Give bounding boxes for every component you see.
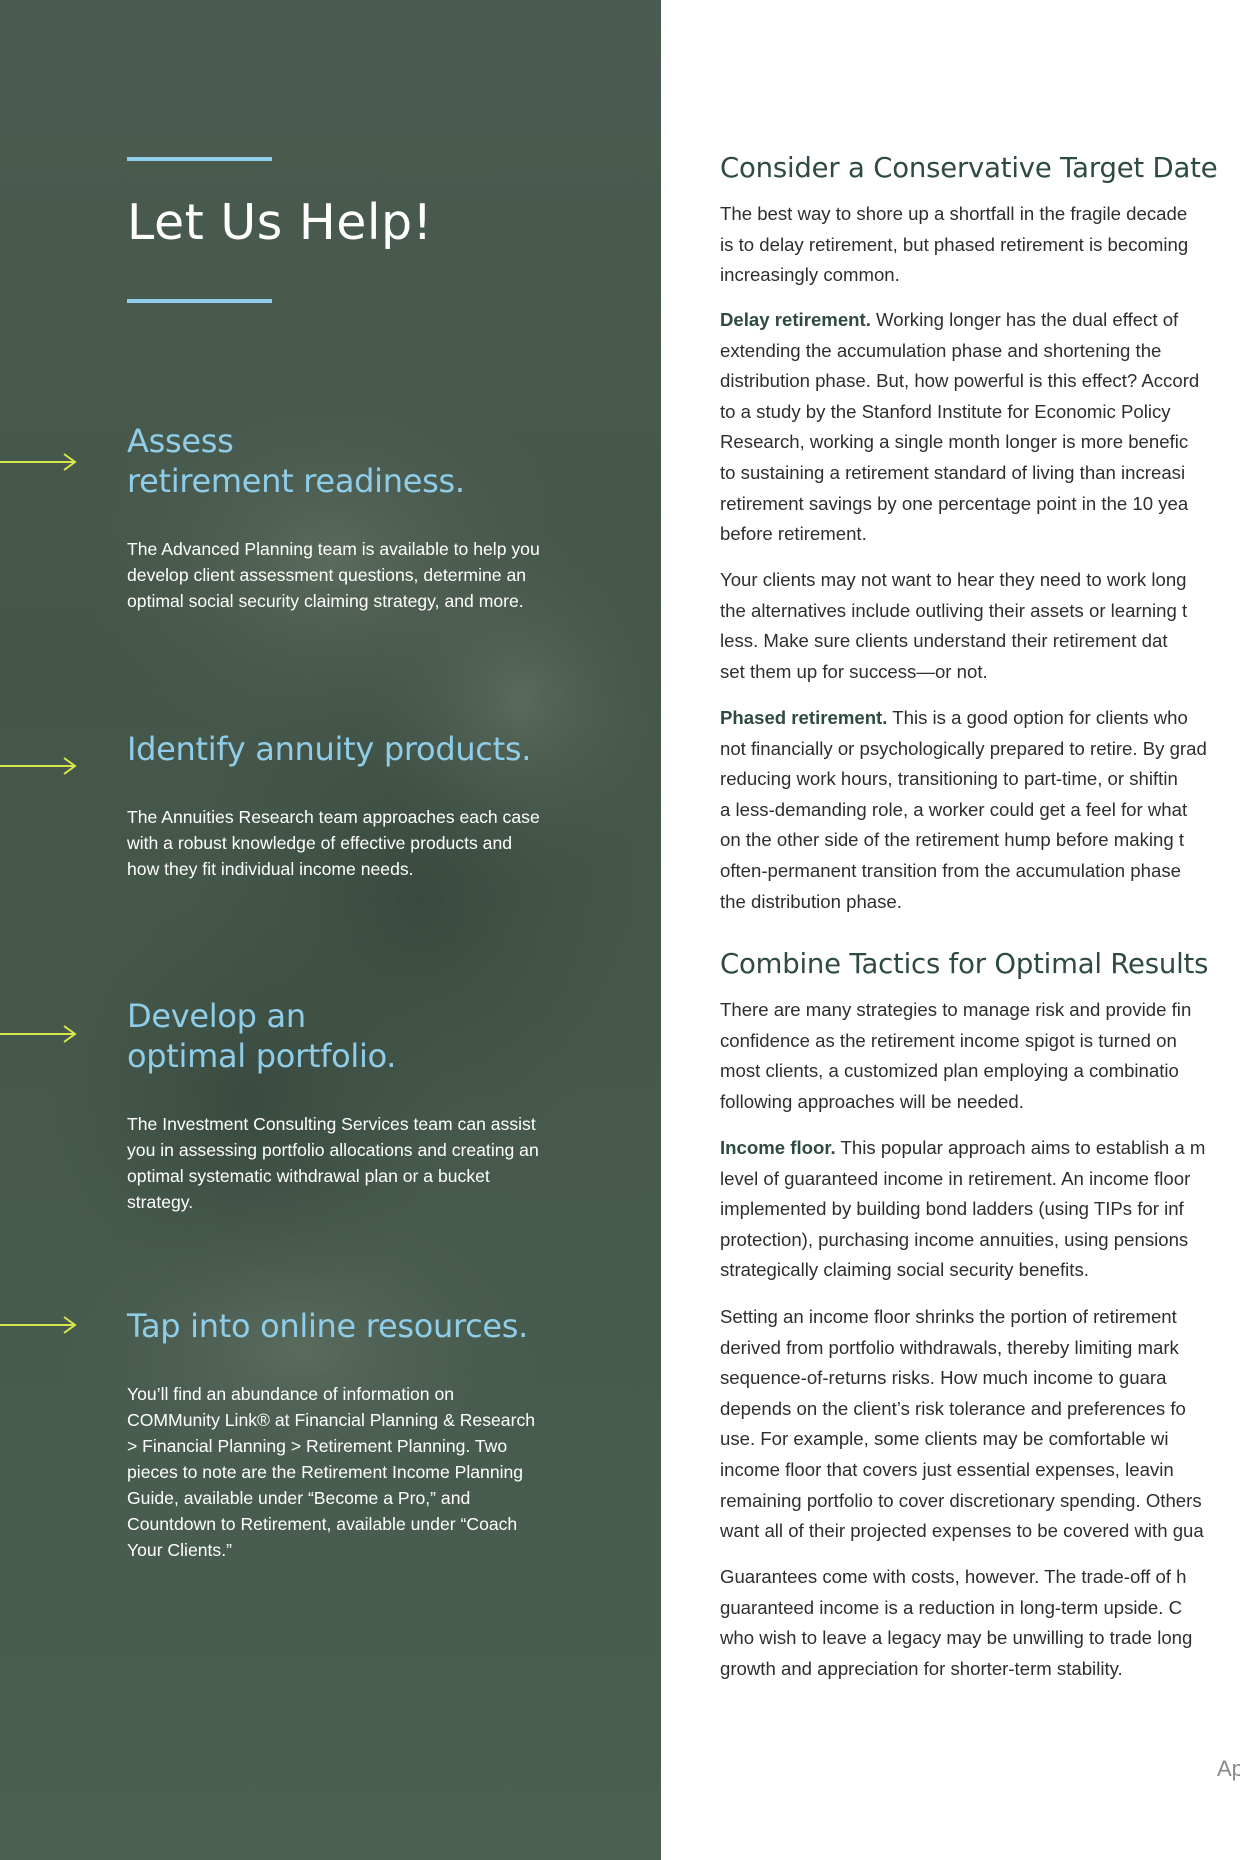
help-panel: Let Us Help! Assess retirement readiness…	[0, 0, 661, 1860]
paragraph: There are many strategies to manage risk…	[720, 999, 1192, 1112]
paragraph: Your clients may not want to hear they n…	[720, 569, 1188, 682]
page-footer: Ap	[1217, 1756, 1240, 1781]
paragraph-lead: Delay retirement.	[720, 309, 871, 330]
service-description: The Annuities Research team approaches e…	[127, 807, 540, 879]
service-description: The Investment Consulting Services team …	[127, 1114, 539, 1212]
paragraph-lead: Phased retirement.	[720, 707, 888, 728]
article-column: Consider a Conservative Target Date The …	[720, 0, 1240, 1860]
paragraph: Setting an income floor shrinks the port…	[720, 1306, 1204, 1542]
background-photo	[40, 360, 661, 1530]
service-heading: Tap into online resources.	[127, 1307, 529, 1345]
service-heading: Develop an optimal portfolio.	[127, 997, 397, 1075]
arrow-right-icon	[0, 453, 77, 471]
service-description: The Advanced Planning team is available …	[127, 539, 540, 611]
service-description: You’ll find an abundance of information …	[127, 1384, 536, 1560]
arrow-right-icon	[0, 1316, 77, 1334]
service-heading: Identify annuity products.	[127, 730, 532, 768]
paragraph: Guarantees come with costs, however. The…	[720, 1566, 1193, 1679]
paragraph: Delay retirement. Working longer has the…	[720, 309, 1200, 545]
arrow-right-icon	[0, 1025, 77, 1043]
paragraph: Income floor. This popular approach aims…	[720, 1137, 1206, 1281]
paragraph: Phased retirement. This is a good option…	[720, 707, 1207, 912]
paragraph-lead: Income floor.	[720, 1137, 836, 1158]
section-heading: Consider a Conservative Target Date	[720, 152, 1218, 184]
accent-rule-top	[127, 157, 272, 161]
panel-title: Let Us Help!	[127, 194, 433, 251]
accent-rule-bottom	[127, 299, 272, 303]
arrow-right-icon	[0, 757, 77, 775]
section-heading: Combine Tactics for Optimal Results	[720, 948, 1209, 980]
paragraph: The best way to shore up a shortfall in …	[720, 203, 1189, 286]
service-heading: Assess retirement readiness.	[127, 422, 465, 500]
